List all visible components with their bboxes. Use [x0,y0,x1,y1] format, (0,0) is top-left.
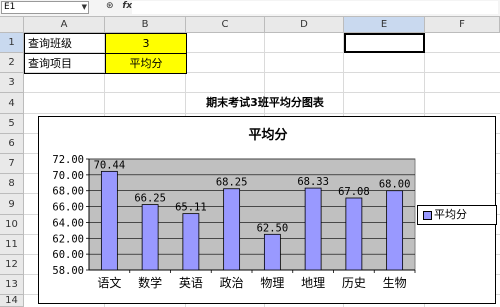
y-tick-label: 68.00 [52,186,84,198]
x-tick-label: 生物 [383,276,407,290]
plot-area [88,158,416,271]
row-header-2[interactable]: 2 [0,53,24,73]
data-label: 65.11 [175,202,207,214]
bar [345,197,363,271]
data-label: 66.25 [134,193,166,205]
select-all-corner[interactable] [0,17,24,33]
chevron-down-icon[interactable]: ▼ [82,2,87,13]
row-header-11[interactable]: 11 [0,235,24,255]
chart-title: 平均分 [248,127,287,143]
formula-bar: E1 ▼ ⊛ fx [0,0,500,17]
name-box[interactable]: E1 ▼ [1,1,89,14]
y-tick-label: 64.00 [52,217,84,229]
y-tick-label: 66.00 [52,202,84,214]
column-header-d[interactable]: D [265,17,344,33]
data-label: 68.00 [379,179,411,191]
data-label: 67.08 [338,186,370,198]
column-header-b[interactable]: B [105,17,186,33]
data-label: 62.50 [257,222,289,234]
row-header-10[interactable]: 10 [0,215,24,235]
x-tick-label: 物理 [260,276,284,290]
column-header-a[interactable]: A [24,17,105,33]
bar [182,213,200,271]
column-header-c[interactable]: C [186,17,265,33]
bar [141,204,159,271]
row-header-12[interactable]: 12 [0,255,24,275]
active-cell-e1[interactable] [344,33,425,53]
bar [223,188,241,271]
row-header-14[interactable]: 14 [0,295,24,307]
data-label: 70.44 [94,159,126,171]
column-header-f[interactable]: F [425,17,500,33]
bar [100,170,118,271]
row-header-4[interactable]: 4 [0,93,24,114]
row-header-13[interactable]: 13 [0,275,24,295]
cell-a1[interactable]: 查询班级 [24,33,106,54]
x-tick-label: 数学 [138,275,162,290]
zoom-icon[interactable]: ⊛ [106,1,114,11]
row-header-8[interactable]: 8 [0,174,24,194]
cell-b2[interactable]: 平均分 [105,53,187,74]
legend-label: 平均分 [434,208,467,221]
cell-b1[interactable]: 3 [105,33,187,54]
row-header-5[interactable]: 5 [0,114,24,134]
x-tick-label: 政治 [220,276,244,290]
row-header-3[interactable]: 3 [0,73,24,93]
y-tick-label: 72.00 [52,154,84,166]
data-label: 68.25 [216,177,248,189]
chart-container[interactable]: 平均分 72.00 70.00 68.00 66.00 64.00 62.00 60.00 5… [38,116,497,304]
cell-a2[interactable]: 查询项目 [24,53,106,74]
bar [386,190,404,271]
column-header-e[interactable]: E [344,17,425,33]
y-tick-label: 58.00 [52,265,84,277]
chart-title-cell[interactable]: 期末考试3班平均分图表 [186,93,344,114]
formula-input[interactable] [132,1,498,14]
y-tick-label: 62.00 [52,233,84,245]
y-tick-label: 70.00 [52,170,84,182]
name-box-value: E1 [4,2,16,12]
x-tick-label: 英语 [179,276,203,290]
chart-legend[interactable]: 平均分 [417,205,497,225]
data-label: 68.33 [297,176,329,188]
row-header-6[interactable]: 6 [0,134,24,154]
bar [263,233,281,271]
x-tick-label: 历史 [342,276,366,290]
y-tick-label: 60.00 [52,249,84,261]
row-header-9[interactable]: 9 [0,194,24,215]
legend-swatch [423,211,432,220]
fx-icon[interactable]: fx [122,1,132,11]
row-header-1[interactable]: 1 [0,33,24,53]
x-tick-label: 地理 [301,276,325,290]
row-header-7[interactable]: 7 [0,154,24,174]
bar [304,187,322,271]
x-tick-label: 语文 [97,275,121,290]
